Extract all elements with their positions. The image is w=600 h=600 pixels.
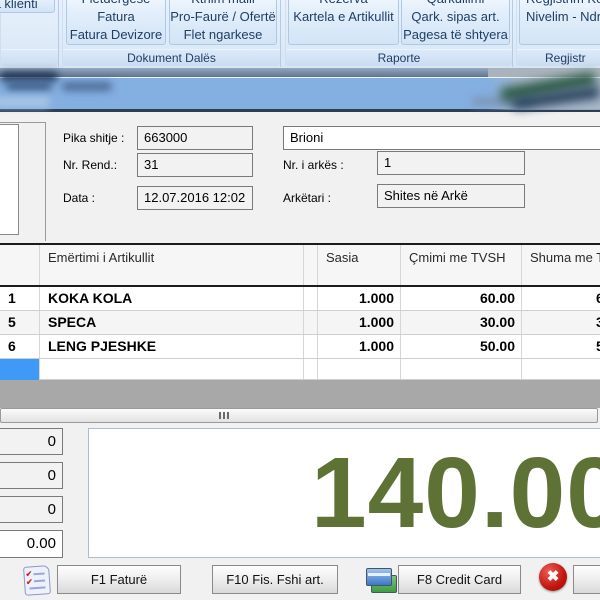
nr-arkes-field[interactable]: 1 <box>377 151 525 175</box>
cell-spacer <box>303 287 318 310</box>
cut-panel-left <box>0 124 19 235</box>
col-header-sum[interactable]: Shuma me TVSH <box>521 245 600 285</box>
partial-right-button[interactable] <box>573 565 600 594</box>
group-label-regjistrime: Regjistr <box>517 49 600 66</box>
grid-empty-area <box>0 380 600 408</box>
nr-arkes-label: Nr. i arkës : <box>283 158 344 172</box>
cell-spacer <box>303 359 318 379</box>
cell-qty: 1.000 <box>317 311 400 334</box>
amount-field[interactable]: 0.00 <box>0 530 63 558</box>
nr-rend-label: Nr. Rend.: <box>63 158 117 172</box>
cell-id: 1 <box>0 287 39 310</box>
cell-name <box>39 359 303 379</box>
col-header-price[interactable]: Çmimi me TVSH <box>400 245 521 285</box>
blurred-text-smudge <box>0 72 58 81</box>
blurred-text-smudge <box>0 97 50 107</box>
pika-shitje-field[interactable]: 663000 <box>137 126 253 150</box>
blurred-text-smudge <box>6 82 52 90</box>
ribbon-group-dokument-dales: Fletdërgesë Fatura Fatura Devizore Kthim… <box>62 0 281 67</box>
invoice-checklist-icon[interactable]: ✔ ✔ <box>23 565 51 596</box>
pos-window: ga klienti Fletdërgesë Fatura Fatura Dev… <box>0 0 600 600</box>
pika-name-field[interactable]: Brioni <box>283 126 600 150</box>
cell-price: 30.00 <box>400 311 521 334</box>
fatura-button[interactable]: Fletdërgesë Fatura Fatura Devizore <box>66 0 166 45</box>
cell-spacer <box>303 311 318 334</box>
cell-sum <box>521 359 600 379</box>
counter-field-3[interactable]: 0 <box>0 496 63 523</box>
cell-qty <box>317 359 400 379</box>
f1-fature-button[interactable]: F1 Faturë <box>57 565 181 594</box>
grid-row[interactable]: 6 LENG PJESHKE 1.000 50.00 50.00 <box>0 335 600 359</box>
selected-cell[interactable] <box>0 359 39 382</box>
groupbox-border <box>0 122 46 123</box>
client-payment-button[interactable]: ga klienti <box>0 0 55 13</box>
counter-field-1[interactable]: 0 <box>0 428 63 455</box>
col-header-spacer[interactable] <box>303 245 318 285</box>
cell-price: 50.00 <box>400 335 521 358</box>
grid-new-row[interactable] <box>0 359 600 380</box>
ribbon-group-regjistrime: Regjistrim Ko Nivelim - Ndr Regjistr <box>516 0 600 67</box>
grand-total-value: 140.00 <box>311 443 600 543</box>
col-header-id[interactable] <box>0 245 39 285</box>
cell-sum: 50.00 <box>521 335 600 358</box>
cell-spacer <box>303 335 318 358</box>
cell-sum: 30.00 <box>521 311 600 334</box>
col-header-name[interactable]: Emërtimi i Artikullit <box>39 245 303 285</box>
kthim-malli-button[interactable]: Kthim malli Pro-Faurë / Ofertë Flet ngar… <box>169 0 277 45</box>
close-icon[interactable]: ✖ <box>539 563 567 591</box>
qarkullimi-button[interactable]: Qarkullimi Qark. sipas art. Pagesa të sh… <box>401 0 510 45</box>
arketari-field[interactable]: Shites në Arkë <box>377 184 525 208</box>
client-payment-label: ga klienti <box>0 0 54 13</box>
cell-id: 6 <box>0 335 39 358</box>
group-label-dokument-dales: Dokument Dalës <box>63 49 280 66</box>
blurred-text-smudge <box>62 82 112 91</box>
ribbon-toolbar: ga klienti Fletdërgesë Fatura Fatura Dev… <box>0 0 600 69</box>
cell-name: LENG PJESHKE <box>39 335 303 358</box>
group-label-raporte: Raporte <box>286 49 512 66</box>
nivelim-button[interactable]: Regjistrim Ko Nivelim - Ndr <box>519 0 600 45</box>
ribbon-group-cut-left: ga klienti <box>0 0 59 67</box>
cell-qty: 1.000 <box>317 287 400 310</box>
cell-qty: 1.000 <box>317 335 400 358</box>
cell-name: KOKA KOLA <box>39 287 303 310</box>
grid-header-row: Emërtimi i Artikullit Sasia Çmimi me TVS… <box>0 245 600 285</box>
splitter-grip-icon <box>219 412 229 419</box>
data-field[interactable]: 12.07.2016 12:02 <box>137 186 253 210</box>
ribbon-group-raporte: Rezerva Kartela e Artikullit Qarkullimi … <box>285 0 513 67</box>
arketari-label: Arkëtari : <box>283 191 331 205</box>
cell-name: SPECA <box>39 311 303 334</box>
cell-sum: 60.00 <box>521 287 600 310</box>
banner-top-strip <box>0 68 600 77</box>
credit-cards-icon[interactable] <box>366 567 396 593</box>
cell-id: 5 <box>0 311 39 334</box>
f8-credit-card-button[interactable]: F8 Credit Card <box>398 565 521 594</box>
data-label: Data : <box>63 191 95 205</box>
cell-price <box>400 359 521 379</box>
total-display-panel: 140.00 <box>88 428 600 558</box>
ribbon-group-cut-label <box>1 49 58 66</box>
grid-row[interactable]: 5 SPECA 1.000 30.00 30.00 <box>0 311 600 335</box>
kartela-artikullit-button[interactable]: Rezerva Kartela e Artikullit <box>288 0 399 45</box>
cell-price: 60.00 <box>400 287 521 310</box>
groupbox-border <box>45 122 46 241</box>
splitter-bar[interactable] <box>0 408 598 423</box>
col-header-qty[interactable]: Sasia <box>317 245 400 285</box>
counter-field-2[interactable]: 0 <box>0 462 63 489</box>
grid-row[interactable]: 1 KOKA KOLA 1.000 60.00 60.00 <box>0 287 600 311</box>
nr-rend-field[interactable]: 31 <box>137 153 253 177</box>
pika-shitje-label: Pika shitje : <box>63 131 124 145</box>
f10-fshi-art-button[interactable]: F10 Fis. Fshi art. <box>212 565 338 594</box>
